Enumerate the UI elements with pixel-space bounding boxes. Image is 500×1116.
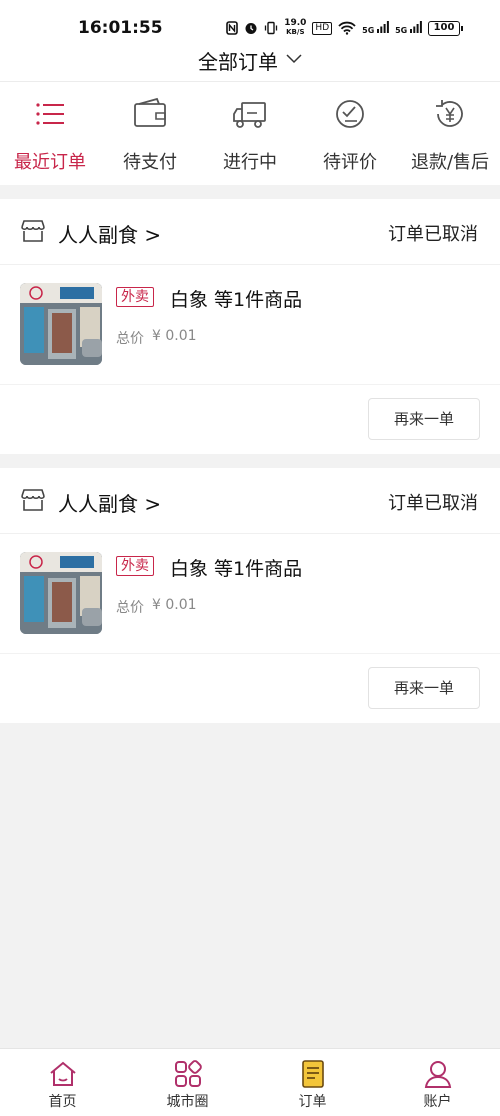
account-icon: [424, 1061, 452, 1088]
signal-bars-icon: [410, 21, 422, 33]
order-card: 人人副食 > 订单已取消 外卖 白象 等1件商品 总价 ¥ 0.01 再来一单: [0, 199, 500, 454]
nav-label: 首页: [48, 1094, 77, 1110]
signal-bars-icon: [377, 21, 389, 33]
city-circle-icon: [175, 1060, 202, 1087]
network-speed-unit: KB/S: [286, 28, 305, 36]
chevron-down-icon: [286, 53, 302, 63]
home-icon: [50, 1061, 76, 1086]
network-speed-value: 19.0: [284, 18, 307, 28]
status-bar: 16:01:55 19.0 KB/S HD 5G 5G 100: [0, 0, 500, 40]
order-tabs: 最近订单 待支付 进行中 待评价 退款/售后: [0, 82, 500, 185]
signal-5g-2: 5G: [395, 21, 422, 35]
signal-5g-1: 5G: [362, 21, 389, 35]
reorder-button[interactable]: 再来一单: [368, 667, 480, 709]
network-speed: 19.0 KB/S: [284, 19, 306, 37]
price-label: 总价: [116, 331, 144, 347]
page-title: 全部订单: [198, 50, 278, 74]
signal-5g-2-label: 5G: [395, 26, 408, 35]
bottom-nav: 首页 城市圈 订单 账户: [0, 1048, 500, 1116]
nav-city-circle[interactable]: 城市圈: [125, 1049, 250, 1116]
refund-icon: [436, 100, 463, 127]
shop-row[interactable]: 人人副食 > 订单已取消: [0, 199, 500, 265]
shop-name: 人人副食 >: [58, 223, 162, 247]
shop-name: 人人副食 >: [58, 492, 162, 516]
vibrate-icon: [264, 21, 278, 35]
wallet-icon: [134, 97, 166, 127]
store-icon: [21, 220, 45, 242]
item-title: 白象 等1件商品: [170, 289, 303, 311]
tab-label: 退款/售后: [410, 152, 490, 173]
tab-label: 待支付: [123, 152, 177, 173]
action-row: 再来一单: [0, 654, 500, 723]
delivery-badge: 外卖: [116, 556, 154, 576]
list-icon: [36, 103, 64, 125]
battery-icon: 100: [428, 20, 463, 36]
order-doc-icon: [302, 1060, 324, 1088]
tab-label: 最近订单: [14, 152, 86, 173]
nav-label: 账户: [423, 1094, 452, 1110]
order-filter-dropdown[interactable]: 全部订单: [0, 40, 500, 82]
tab-pending-payment[interactable]: 待支付: [100, 82, 200, 185]
tab-in-progress[interactable]: 进行中: [200, 82, 300, 185]
nav-home[interactable]: 首页: [0, 1049, 125, 1116]
order-status: 订单已取消: [388, 493, 478, 514]
status-icons: 19.0 KB/S HD 5G 5G 100: [226, 19, 463, 37]
review-icon: [336, 100, 364, 128]
nav-label: 订单: [298, 1094, 327, 1110]
nav-account[interactable]: 账户: [375, 1049, 500, 1116]
tab-recent-orders[interactable]: 最近订单: [0, 82, 100, 185]
action-row: 再来一单: [0, 385, 500, 454]
nav-orders[interactable]: 订单: [250, 1049, 375, 1116]
price-label: 总价: [116, 600, 144, 616]
shop-row[interactable]: 人人副食 > 订单已取消: [0, 468, 500, 534]
order-item[interactable]: 外卖 白象 等1件商品 总价 ¥ 0.01: [0, 265, 500, 385]
tab-refund-aftersale[interactable]: 退款/售后: [400, 82, 500, 185]
tab-pending-review[interactable]: 待评价: [300, 82, 400, 185]
item-title: 白象 等1件商品: [170, 558, 303, 580]
hd-badge: HD: [312, 21, 333, 35]
nfc-icon: [226, 21, 239, 35]
delivery-badge: 外卖: [116, 287, 154, 307]
status-time: 16:01:55: [78, 18, 163, 38]
reorder-button[interactable]: 再来一单: [368, 398, 480, 440]
nav-label: 城市圈: [166, 1094, 209, 1110]
order-item[interactable]: 外卖 白象 等1件商品 总价 ¥ 0.01: [0, 534, 500, 654]
price-value: ¥ 0.01: [152, 328, 197, 344]
tab-label: 待评价: [323, 152, 377, 173]
tab-label: 进行中: [223, 152, 277, 173]
price-value: ¥ 0.01: [152, 597, 197, 613]
signal-5g-1-label: 5G: [362, 26, 375, 35]
wifi-icon: [338, 21, 356, 35]
store-photo: [20, 552, 102, 634]
order-card: 人人副食 > 订单已取消 外卖 白象 等1件商品 总价 ¥ 0.01 再来一单: [0, 468, 500, 723]
truck-icon: [233, 102, 266, 128]
store-photo: [20, 283, 102, 365]
order-status: 订单已取消: [388, 224, 478, 245]
alarm-icon: [244, 21, 258, 35]
store-icon: [21, 489, 45, 511]
